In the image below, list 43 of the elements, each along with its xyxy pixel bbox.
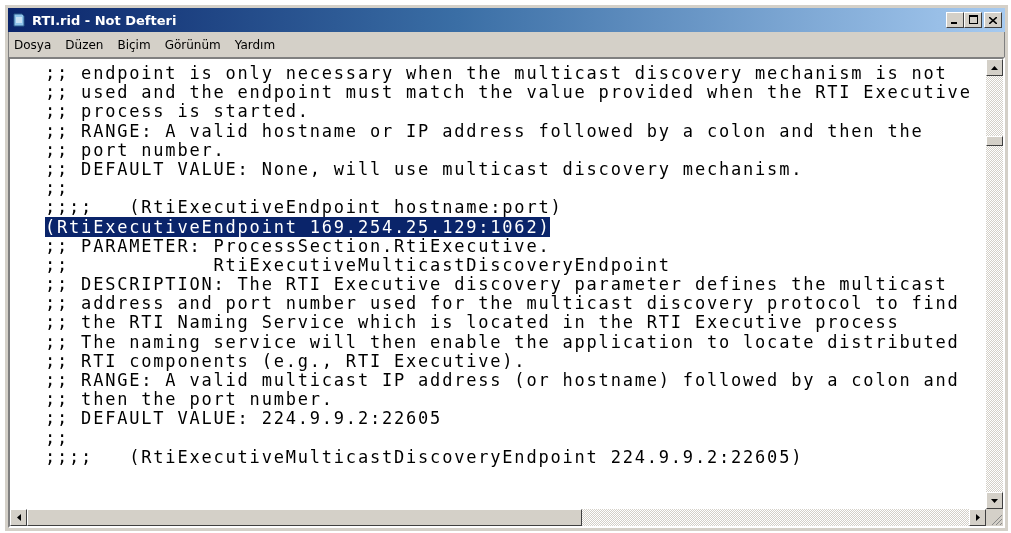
scroll-right-button[interactable] (969, 509, 986, 526)
up-arrow-icon (991, 65, 998, 70)
text-line: ;; (45, 427, 70, 448)
text-line: ;;;; (RtiExecutiveEndpoint hostname:port) (45, 197, 563, 218)
text-line: ;; process is started. (45, 101, 310, 122)
notepad-icon (11, 12, 27, 28)
text-line: ;; DEFAULT VALUE: 224.9.9.2:22605 (45, 408, 443, 429)
minimize-button[interactable] (946, 12, 964, 28)
text-line: ;; (45, 178, 70, 199)
scroll-up-button[interactable] (986, 59, 1003, 76)
menu-item[interactable]: Görünüm (164, 38, 221, 52)
text-line: ;; endpoint is only necessary when the multicast discovery mechanism is not (45, 63, 948, 83)
menu-item[interactable]: Biçim (117, 38, 151, 52)
size-grip-icon[interactable] (990, 513, 1003, 526)
maximize-icon (968, 15, 978, 24)
vertical-scrollbar[interactable] (986, 59, 1003, 509)
text-line: ;; RANGE: A valid hostname or IP address followed by a colon and then the (45, 120, 924, 141)
text-line: ;;;; (RtiExecutiveMulticastDiscoveryEndpoint 224.9.9.2:22605) (45, 446, 804, 467)
left-arrow-icon (16, 514, 21, 521)
scroll-thumb[interactable] (27, 509, 582, 526)
close-button[interactable] (984, 12, 1002, 28)
down-arrow-icon (991, 498, 998, 503)
horizontal-scrollbar[interactable] (10, 509, 986, 526)
text-line: ;; used and the endpoint must match the value provided when the RTI Executive (45, 82, 972, 103)
menu-item[interactable]: Dosya (14, 38, 52, 52)
close-icon (989, 16, 997, 24)
text-line: ;; the RTI Naming Service which is located in the RTI Executive process (45, 312, 900, 333)
text-line: ;; The naming service will then enable the application to locate distributed (45, 331, 960, 352)
right-arrow-icon (975, 514, 980, 521)
text-line: ;; port number. (45, 139, 226, 160)
text-line: ;; RANGE: A valid multicast IP address (or hostname) followed by a colon and (45, 370, 960, 390)
window-title: RTI.rid - Not Defteri (32, 12, 177, 28)
scroll-thumb[interactable] (986, 136, 1003, 146)
text-line: ;; DESCRIPTION: The RTI Executive discovery parameter defines the multicast (45, 274, 948, 295)
maximize-button[interactable] (964, 12, 982, 28)
text-line: ;; RtiExecutiveMulticastDiscoveryEndpoint (45, 254, 671, 275)
scroll-left-button[interactable] (10, 509, 27, 526)
menu-item[interactable]: Düzen (65, 38, 104, 52)
scroll-down-button[interactable] (986, 492, 1003, 509)
text-line: ;; address and port number used for the multicast discovery protocol to find (45, 293, 960, 314)
text-line: ;; then the port number. (45, 389, 334, 410)
minimize-icon (951, 22, 959, 24)
menu-item[interactable]: Yardım (234, 38, 276, 52)
